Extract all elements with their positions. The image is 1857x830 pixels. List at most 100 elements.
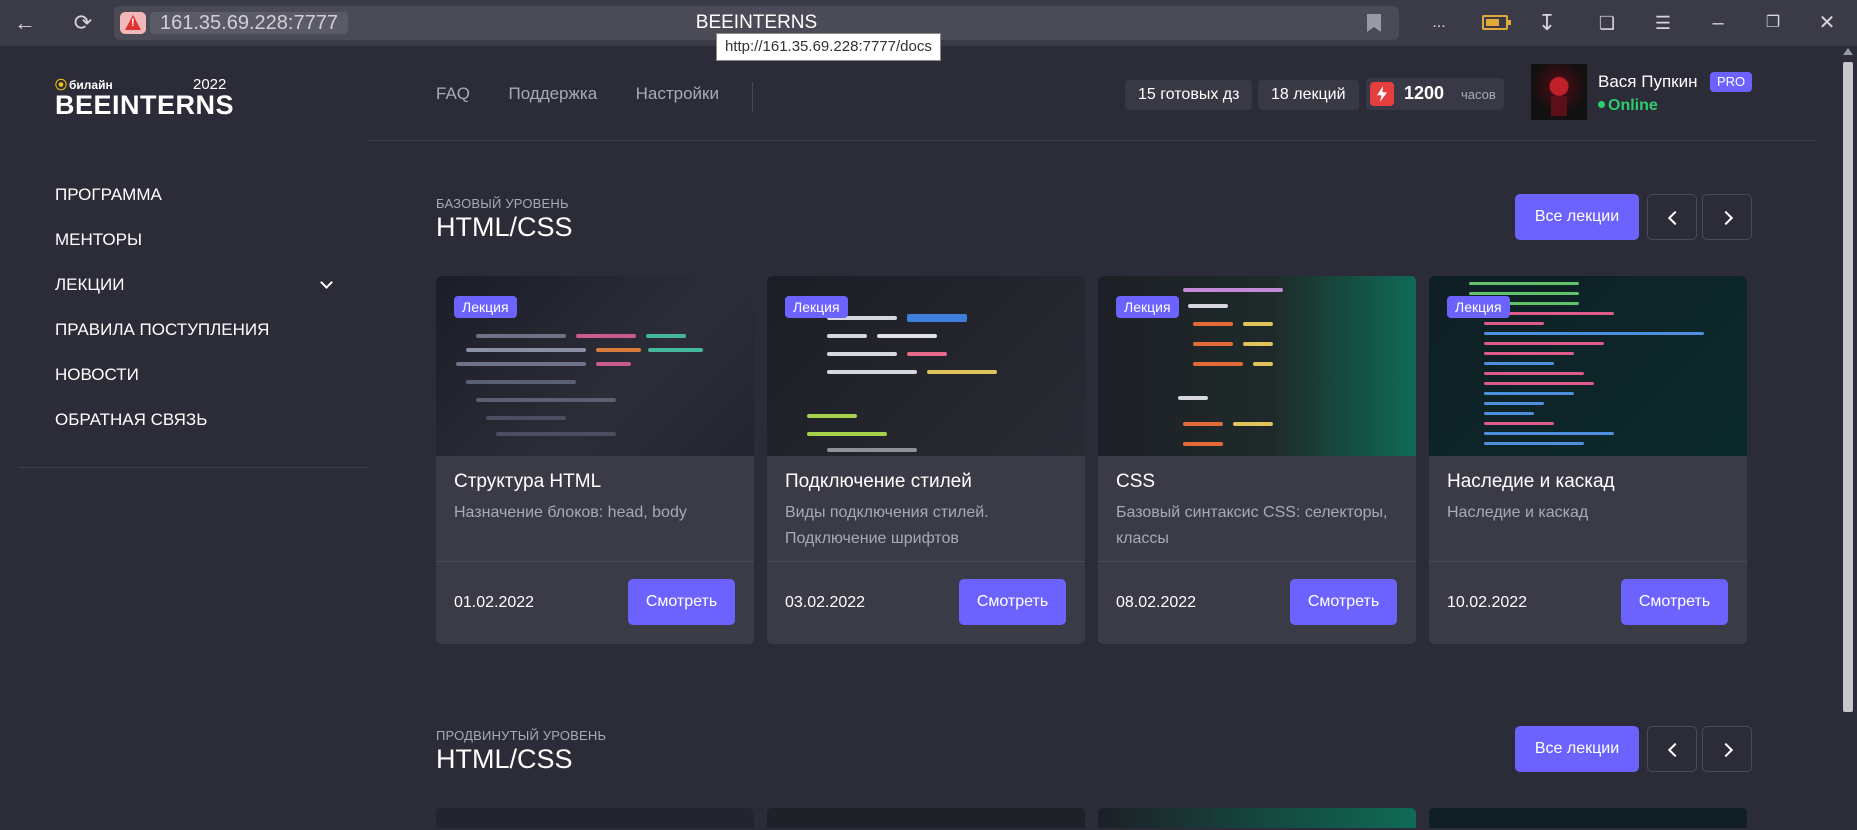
card-image-partial[interactable] (1429, 808, 1747, 828)
code-line (1188, 304, 1228, 308)
code-line (1469, 282, 1579, 285)
lecture-card[interactable]: Лекция Структура HTML Назначение блоков:… (436, 276, 754, 644)
code-line (648, 348, 703, 352)
code-line (476, 398, 616, 402)
prev-arrow-icon[interactable] (1647, 726, 1697, 772)
code-line (827, 448, 917, 452)
lecture-badge: Лекция (785, 296, 848, 318)
next-arrow-icon[interactable] (1702, 726, 1752, 772)
next-arrow-icon[interactable] (1702, 194, 1752, 240)
back-arrow-icon[interactable]: ← (10, 8, 40, 38)
restore-icon[interactable]: ❐ (1758, 8, 1788, 38)
battery-icon[interactable] (1482, 15, 1511, 30)
section-level: БАЗОВЫЙ УРОВЕНЬ (436, 196, 569, 211)
header-divider (368, 140, 1817, 141)
watch-button[interactable]: Смотреть (1290, 579, 1397, 625)
code-line (827, 352, 897, 356)
more-icon[interactable]: ... (1424, 8, 1454, 38)
code-line (1193, 342, 1233, 346)
stat-homework: 15 готовых дз (1125, 80, 1253, 110)
sidebar-item-rules[interactable]: ПРАВИЛА ПОСТУПЛЕНИЯ (18, 307, 368, 352)
card-image-partial[interactable] (1098, 808, 1416, 828)
lecture-card[interactable]: Лекция CSS Базовый синтаксис CSS: селект… (1098, 276, 1416, 644)
sidebar-item-news[interactable]: НОВОСТИ (18, 352, 368, 397)
download-icon[interactable]: ↧ (1532, 8, 1562, 38)
section-level: ПРОДВИНУТЫЙ УРОВЕНЬ (436, 728, 607, 743)
code-line (1484, 412, 1534, 415)
code-line (466, 348, 586, 352)
watch-button[interactable]: Смотреть (959, 579, 1066, 625)
hours-value: 1200 (1404, 83, 1445, 103)
code-line (827, 334, 867, 338)
code-line (1469, 292, 1579, 295)
scroll-thumb[interactable] (1843, 62, 1853, 712)
card-title: CSS (1116, 471, 1156, 492)
code-line (1484, 372, 1584, 375)
code-line (807, 414, 857, 418)
nav-settings[interactable]: Настройки (636, 84, 719, 104)
stat-lectures: 18 лекций (1258, 80, 1359, 110)
logo[interactable]: ⦿ билайн 2022 BEEINTERNS (55, 76, 255, 126)
card-description: Наследие и каскад (1447, 504, 1589, 521)
online-status-text: Online (1608, 97, 1658, 114)
link-tooltip: http://161.35.69.228:7777/docs (716, 33, 941, 61)
scroll-up-icon[interactable] (1843, 48, 1853, 55)
close-icon[interactable]: ✕ (1812, 8, 1842, 38)
avatar[interactable] (1531, 64, 1587, 120)
nav-faq[interactable]: FAQ (436, 84, 470, 104)
code-line (907, 314, 967, 322)
sidebar-item-program[interactable]: ПРОГРАММА (18, 172, 368, 217)
watch-button[interactable]: Смотреть (628, 579, 735, 625)
top-nav: FAQ Поддержка Настройки (436, 84, 753, 104)
scrollbar[interactable] (1839, 46, 1857, 830)
code-line (1484, 442, 1584, 445)
sidebar-item-label: ЛЕКЦИИ (55, 275, 125, 294)
code-line (927, 370, 997, 374)
prev-arrow-icon[interactable] (1647, 194, 1697, 240)
code-line (1193, 322, 1233, 326)
card-title: Структура HTML (454, 471, 602, 492)
sidebar-divider (18, 467, 368, 468)
code-line (596, 348, 641, 352)
card-title: Наследие и каскад (1447, 471, 1615, 492)
sidebar-item-mentors[interactable]: МЕНТОРЫ (18, 217, 368, 262)
card-image-partial[interactable] (436, 808, 754, 828)
reload-icon[interactable]: ⟳ (68, 8, 98, 38)
card-divider (1429, 561, 1747, 562)
lecture-card[interactable]: Лекция Подключение стилей Виды подключен… (767, 276, 1085, 644)
section-title: HTML/CSS (436, 744, 573, 774)
code-line (827, 370, 917, 374)
nav-support[interactable]: Поддержка (508, 84, 597, 104)
code-line (1484, 422, 1554, 425)
sidebar-item-lectures[interactable]: ЛЕКЦИИ (18, 262, 368, 307)
code-line (1183, 422, 1223, 426)
card-description: Назначение блоков: head, body (454, 504, 687, 521)
all-lectures-button[interactable]: Все лекции (1515, 726, 1639, 772)
sidebar: ⦿ билайн 2022 BEEINTERNS ПРОГРАММА МЕНТОР… (18, 46, 368, 830)
code-line (1484, 332, 1704, 335)
card-divider (1098, 561, 1416, 562)
user-name[interactable]: Вася Пупкин (1598, 72, 1697, 92)
online-status: Online (1598, 97, 1658, 115)
code-line (646, 334, 686, 338)
code-line (476, 334, 566, 338)
all-lectures-button[interactable]: Все лекции (1515, 194, 1639, 240)
lecture-card[interactable]: Лекция Наследие и каскад Наследие и каск… (1429, 276, 1747, 644)
code-line (496, 432, 616, 436)
card-description: Базовый синтаксис CSS: селекторы, классы (1116, 504, 1388, 547)
menu-icon[interactable]: ☰ (1648, 8, 1678, 38)
section-title: HTML/CSS (436, 212, 573, 242)
card-description: Виды подключения стилей. Подключение шри… (785, 504, 989, 547)
lightning-icon (1370, 82, 1394, 106)
card-image-partial[interactable] (767, 808, 1085, 828)
code-line (1243, 322, 1273, 326)
main-content: FAQ Поддержка Настройки 15 готовых дз 18… (368, 46, 1857, 830)
watch-button[interactable]: Смотреть (1621, 579, 1728, 625)
sidebar-item-feedback[interactable]: ОБРАТНАЯ СВЯЗЬ (18, 397, 368, 442)
card-date: 01.02.2022 (454, 594, 535, 611)
code-line (1484, 342, 1604, 345)
collections-icon[interactable]: ❏ (1592, 8, 1622, 38)
page-title-tab: BEEINTERNS (695, 12, 818, 33)
minimize-icon[interactable]: – (1703, 8, 1733, 38)
chevron-down-icon[interactable] (320, 276, 333, 289)
